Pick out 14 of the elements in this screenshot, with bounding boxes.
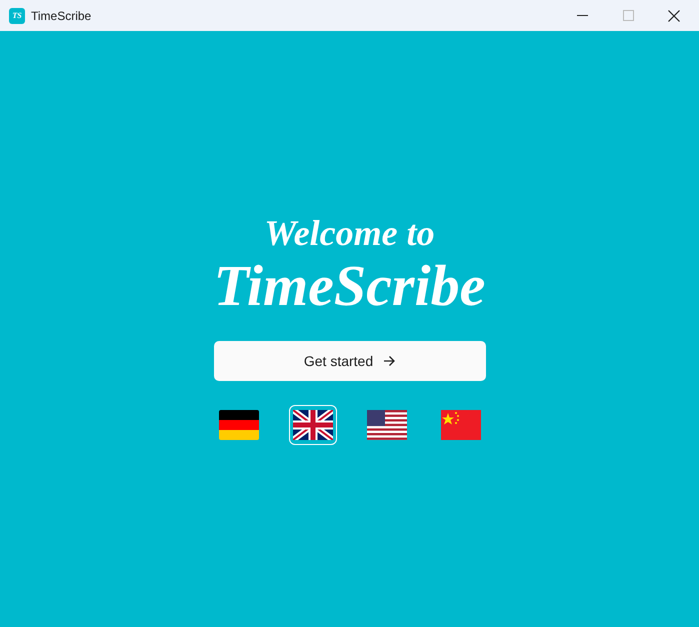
- close-icon: [668, 10, 680, 22]
- minimize-icon: [576, 15, 588, 16]
- window-title: TimeScribe: [31, 8, 92, 24]
- get-started-button[interactable]: Get started: [214, 341, 486, 381]
- flag-icon: [292, 410, 332, 440]
- arrow-right-icon: [383, 355, 396, 367]
- maximize-icon: [622, 10, 634, 21]
- app-name-heading: TimeScribe: [214, 253, 486, 319]
- flag-icon: [366, 410, 406, 440]
- flag-icon: [218, 410, 258, 440]
- flag-icon: [440, 410, 480, 440]
- language-button[interactable]: [288, 405, 336, 445]
- welcome-heading: Welcome to: [264, 213, 435, 253]
- app-icon: TS: [9, 8, 25, 24]
